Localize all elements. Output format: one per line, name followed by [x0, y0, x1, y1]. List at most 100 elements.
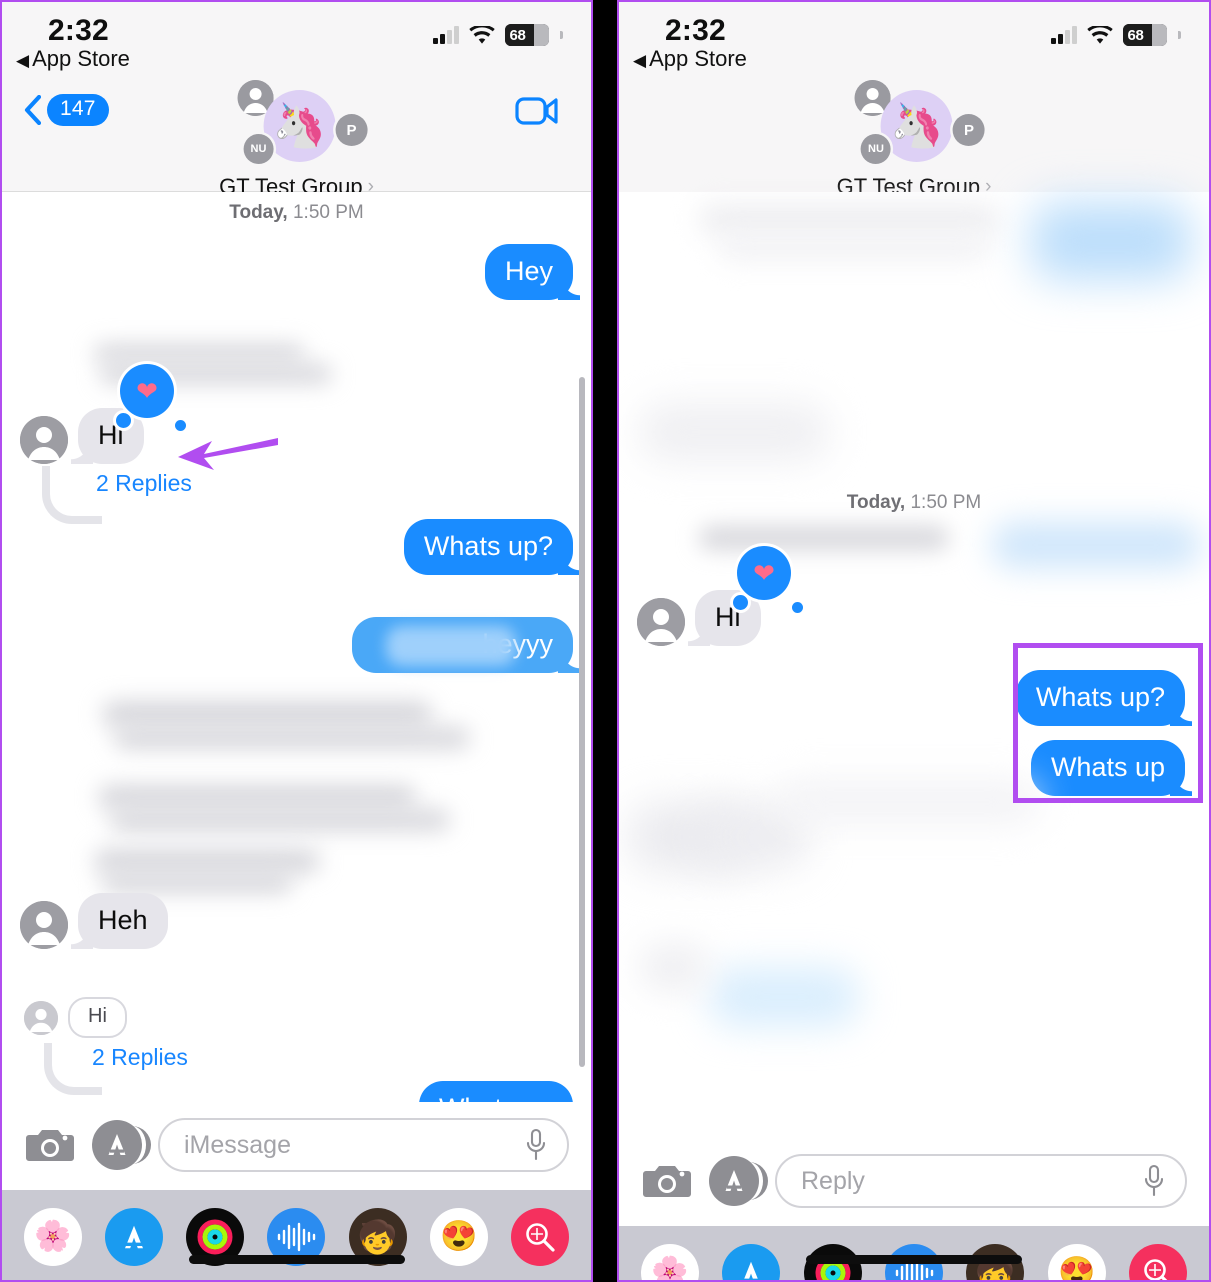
- app-icon-stickers[interactable]: 😍: [429, 1208, 488, 1266]
- status-back-to-app-store[interactable]: ◀ App Store: [633, 46, 747, 72]
- message-row-outgoing[interactable]: Whats up: [619, 740, 1209, 797]
- message-list-left[interactable]: Today, 1:50 PM Hey Hi ❤ 2 Replies Whats …: [2, 192, 591, 1138]
- status-time: 2:32: [665, 14, 726, 47]
- left-phone-screen: 2:32 ◀ App Store 68 147 🦄 P NU GT Test G…: [0, 0, 593, 1282]
- home-indicator-bar: [806, 1255, 1022, 1264]
- message-bubble[interactable]: Heh: [71, 893, 168, 950]
- back-app-label: App Store: [649, 46, 747, 71]
- app-icon-photos[interactable]: 🌸: [24, 1208, 82, 1266]
- avatar-initial-p: P: [953, 114, 985, 146]
- microphone-icon[interactable]: [1143, 1164, 1165, 1198]
- message-bubble[interactable]: Hi ❤: [688, 546, 803, 647]
- message-row-incoming[interactable]: Heh: [2, 893, 591, 950]
- message-text: Hi: [88, 1005, 107, 1028]
- group-avatar-cluster: 🦄 P NU: [839, 80, 989, 172]
- message-bubble[interactable]: Whats up: [1030, 740, 1193, 797]
- microphone-icon[interactable]: [525, 1128, 547, 1162]
- avatar-initial-nu: NU: [243, 134, 274, 164]
- message-bubble[interactable]: Whats up?: [1015, 670, 1193, 727]
- photos-icon: 🌸: [34, 1220, 72, 1253]
- app-store-button[interactable]: [92, 1120, 151, 1170]
- thread-replies-group[interactable]: Whats up? Whats up: [619, 670, 1209, 797]
- magnifier-grid-icon: [1144, 1259, 1168, 1280]
- wifi-icon: [1086, 25, 1113, 44]
- cellular-signal-icon: [1051, 26, 1077, 44]
- unread-count-badge: 147: [47, 94, 109, 126]
- message-bubble-outline[interactable]: Hi: [68, 997, 127, 1039]
- message-list-right[interactable]: Today, 1:50 PM Hi ❤ Whats up? Whats up: [619, 192, 1209, 1138]
- camera-button[interactable]: [24, 1120, 76, 1170]
- app-icon-images-gif[interactable]: [1128, 1244, 1187, 1280]
- thread-parent-block[interactable]: Hi 2 Replies: [2, 997, 591, 1096]
- camera-button[interactable]: [641, 1156, 693, 1206]
- thread-replies-link[interactable]: 2 Replies: [96, 470, 192, 497]
- battery-cap: [1178, 31, 1181, 39]
- status-back-to-app-store[interactable]: ◀ App Store: [16, 46, 130, 72]
- app-store-button[interactable]: [709, 1156, 768, 1206]
- avatar-initial-p: P: [335, 114, 368, 146]
- group-identity-header[interactable]: 🦄 P NU GT Test Group ›: [837, 80, 991, 200]
- wifi-icon: [468, 25, 495, 44]
- redacted-message-block: [2, 697, 591, 894]
- avatar: [24, 1000, 58, 1035]
- back-to-conversations-button[interactable]: 147: [24, 94, 109, 126]
- reply-input-placeholder: Reply: [801, 1166, 865, 1195]
- battery-icon: 68: [1122, 24, 1167, 46]
- message-input-bar-right: Reply: [619, 1138, 1209, 1226]
- message-bubble[interactable]: Whats up?: [403, 519, 581, 576]
- redacted-message-block: [2, 338, 591, 390]
- photos-icon: 🌸: [651, 1256, 689, 1282]
- group-identity-header[interactable]: 🦄 P NU GT Test Group ›: [219, 80, 374, 200]
- app-icon-images-gif[interactable]: [510, 1208, 569, 1266]
- avatar: [20, 901, 68, 950]
- day-timestamp-prefix: Today,: [229, 202, 288, 223]
- back-triangle-icon: ◀: [633, 51, 647, 70]
- reply-input-field[interactable]: Reply: [775, 1154, 1187, 1208]
- group-avatar-emoji: 🦄: [263, 90, 336, 162]
- status-time: 2:32: [48, 14, 109, 47]
- day-timestamp: Today, 1:50 PM: [619, 192, 1209, 520]
- right-phone-screen: 2:32 ◀ App Store 68 🦄 P NU GT Test Group…: [617, 0, 1211, 1282]
- heart-glyph: ❤: [753, 558, 775, 588]
- thread-replies-link[interactable]: 2 Replies: [92, 1044, 188, 1071]
- message-row-outgoing[interactable]: Whats up?: [2, 519, 591, 576]
- app-store-icon: [725, 1170, 743, 1191]
- message-row-incoming[interactable]: Hi ❤: [619, 546, 1209, 647]
- message-list-scrollbar[interactable]: [579, 377, 585, 1067]
- message-input-bar-left: iMessage: [2, 1102, 591, 1190]
- redacted-overlay: [386, 626, 516, 667]
- group-avatar-emoji: 🦄: [881, 90, 953, 162]
- message-row-outgoing[interactable]: Whats up?: [619, 670, 1209, 727]
- status-indicators: 68: [1051, 24, 1181, 46]
- conversation-navbar-right: 🦄 P NU GT Test Group ›: [619, 74, 1209, 199]
- camera-icon: [26, 1130, 74, 1161]
- app-icon-stickers[interactable]: 😍: [1047, 1244, 1106, 1282]
- heart-reaction-icon[interactable]: ❤: [733, 546, 803, 613]
- day-timestamp-time: 1:50 PM: [292, 202, 364, 223]
- facetime-video-button[interactable]: [515, 96, 559, 131]
- message-input-field[interactable]: iMessage: [158, 1118, 569, 1172]
- stickers-icon: 😍: [1057, 1256, 1096, 1282]
- app-icon-app-store[interactable]: [105, 1208, 164, 1266]
- app-icon-app-store[interactable]: [722, 1244, 781, 1280]
- camera-icon: [643, 1166, 691, 1197]
- avatar: [637, 598, 685, 647]
- app-icon-photos[interactable]: 🌸: [641, 1244, 699, 1282]
- magnifier-grid-icon: [526, 1223, 555, 1252]
- battery-icon: 68: [504, 24, 549, 46]
- day-timestamp: Today, 1:50 PM: [2, 192, 591, 230]
- stickers-icon: 😍: [440, 1220, 478, 1253]
- imessage-app-drawer-right: 🌸 🧒 😍: [619, 1226, 1209, 1282]
- battery-percent-label: 68: [509, 26, 526, 44]
- message-row-outgoing[interactable]: Hey: [2, 244, 591, 301]
- conversation-navbar-left: 147 🦄 P NU GT Test Group ›: [2, 74, 591, 199]
- message-bubble[interactable]: Hi ❤: [71, 364, 186, 465]
- thread-parent-block[interactable]: Hi ❤ 2 Replies: [2, 364, 591, 525]
- message-bubble[interactable]: Hey: [484, 244, 581, 301]
- avatar-initial-nu: NU: [861, 134, 891, 164]
- heart-reaction-icon[interactable]: ❤: [116, 364, 186, 432]
- message-row-outgoing[interactable]: heyyy: [2, 617, 591, 674]
- battery-percent-label: 68: [1127, 26, 1144, 44]
- app-store-icon: [742, 1261, 761, 1280]
- imessage-app-drawer-left: 🌸 🧒 😍: [2, 1190, 591, 1280]
